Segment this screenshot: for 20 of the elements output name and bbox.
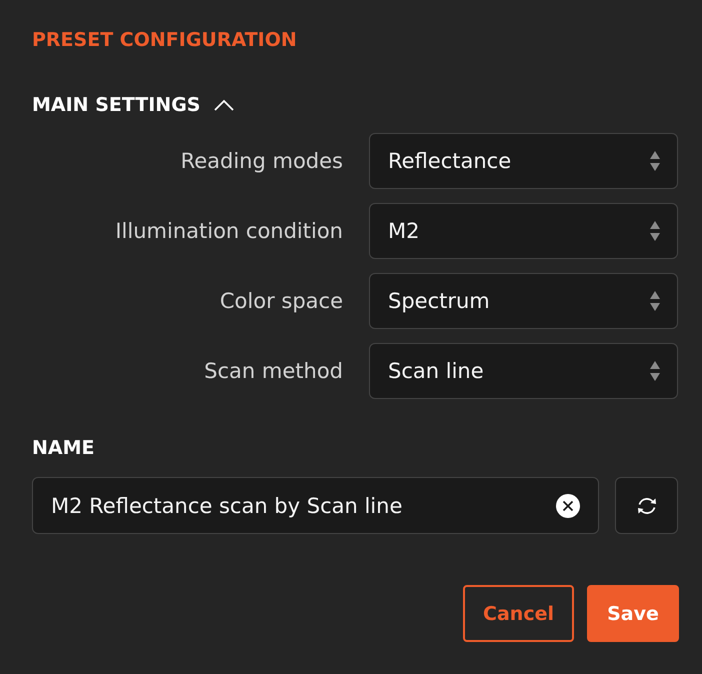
select-field[interactable]: M2 [369, 203, 678, 259]
up-down-arrows-icon [649, 359, 661, 383]
field-label: Reading modes [180, 148, 343, 174]
select-field[interactable]: Spectrum [369, 273, 678, 329]
field-label: Illumination condition [115, 218, 343, 244]
select-field[interactable]: Reflectance [369, 133, 678, 189]
clear-icon[interactable] [556, 494, 580, 518]
up-down-arrows-icon [649, 289, 661, 313]
name-input-field[interactable]: M2 Reflectance scan by Scan line [32, 477, 599, 534]
refresh-icon [636, 496, 658, 516]
section-toggle[interactable]: MAIN SETTINGS [32, 92, 234, 118]
panel-title: PRESET CONFIGURATION [32, 28, 297, 52]
refresh-button[interactable] [615, 477, 678, 534]
up-down-arrows-icon [649, 149, 661, 173]
cancel-button[interactable]: Cancel [463, 585, 574, 642]
field-label: Color space [220, 288, 343, 314]
up-down-arrows-icon [649, 219, 661, 243]
field-label: Scan method [204, 358, 343, 384]
name-label: NAME [32, 436, 94, 460]
select-field[interactable]: Scan line [369, 343, 678, 399]
